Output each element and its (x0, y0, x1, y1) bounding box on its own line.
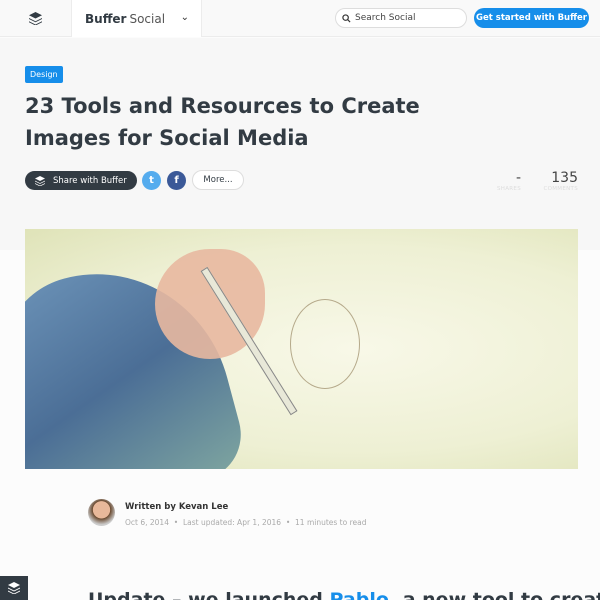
comments-count[interactable]: 135 COMMENTS (540, 170, 578, 192)
avatar (88, 499, 115, 526)
twitter-share-button[interactable]: t (142, 171, 161, 190)
top-nav: Buffer Social ⌄ Search Social Get started… (0, 0, 600, 37)
buffer-stack-icon (8, 582, 20, 594)
article-meta: Oct 6, 2014 • Last updated: Apr 1, 2016 … (125, 518, 367, 527)
search-placeholder: Search Social (355, 13, 416, 23)
brand-name: Buffer (85, 11, 127, 26)
category-tag[interactable]: Design (25, 66, 63, 83)
search-icon (342, 13, 351, 23)
buffer-stack-icon (29, 12, 42, 25)
hero-image (25, 229, 578, 469)
article-intro: Update – we launched Pablo, a new tool t… (88, 588, 600, 600)
search-input[interactable]: Search Social (335, 8, 467, 28)
floating-buffer-button[interactable] (0, 576, 28, 600)
buffer-stack-icon (35, 175, 45, 186)
share-with-buffer-button[interactable]: Share with Buffer (25, 171, 137, 190)
page-title: 23 Tools and Resources to Create Images … (25, 94, 420, 150)
brand-section: Social (129, 11, 166, 26)
facebook-icon: f (174, 175, 179, 186)
share-label: Share with Buffer (53, 175, 127, 186)
shares-count: - SHARES (497, 170, 521, 192)
pablo-link[interactable]: Pablo (329, 589, 388, 600)
get-started-button[interactable]: Get started with Buffer (474, 8, 589, 28)
section-dropdown[interactable]: Buffer Social ⌄ (72, 0, 202, 37)
twitter-icon: t (149, 175, 154, 186)
author-byline: Written by Kevan Lee Oct 6, 2014 • Last … (88, 499, 367, 527)
author-name: Written by Kevan Lee (125, 502, 229, 512)
more-share-button[interactable]: More... (192, 170, 244, 190)
buffer-logo[interactable] (0, 0, 72, 37)
chevron-down-icon: ⌄ (180, 12, 189, 23)
facebook-share-button[interactable]: f (167, 171, 186, 190)
